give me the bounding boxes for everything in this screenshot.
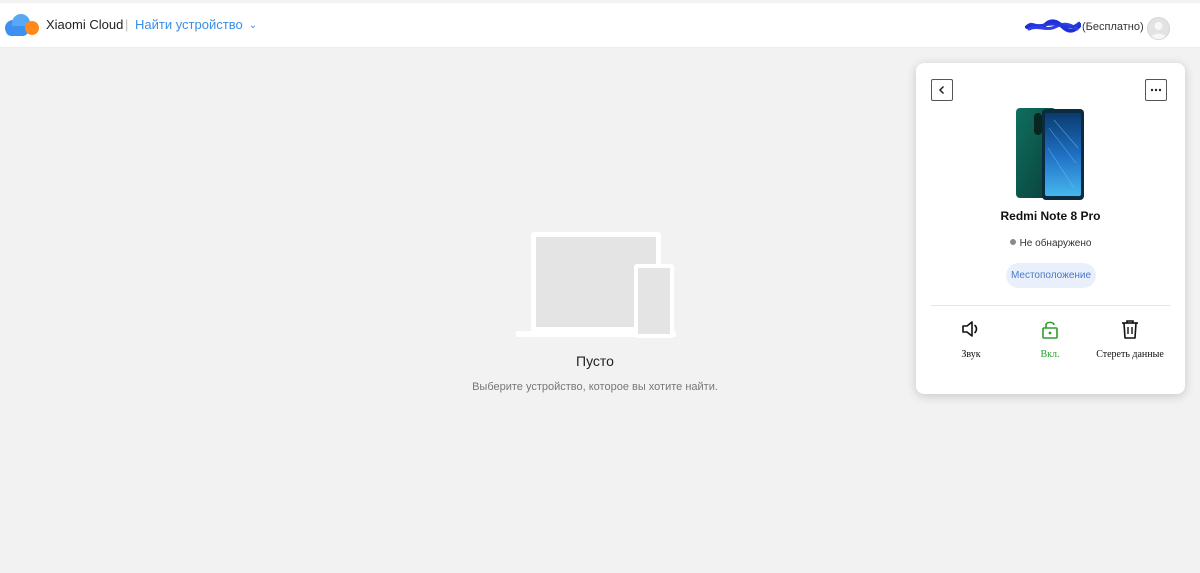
device-name: Redmi Note 8 Pro xyxy=(1000,209,1101,223)
brand-name: Xiaomi Cloud xyxy=(46,17,124,32)
header-separator: | xyxy=(125,17,129,32)
play-sound-label: Звук xyxy=(961,349,981,360)
top-bar: Xiaomi Cloud | Найти устройство ⌄ (Беспла… xyxy=(0,3,1200,48)
lock-device-button[interactable]: Вкл. xyxy=(1008,319,1092,360)
account-plan: (Бесплатно) xyxy=(1082,21,1144,33)
status-dot-icon xyxy=(1009,239,1016,245)
device-status: Не обнаружено xyxy=(916,238,1185,249)
lock-device-label: Вкл. xyxy=(1040,349,1060,360)
erase-data-label: Стереть данные xyxy=(1096,349,1164,360)
chevron-down-icon: ⌄ xyxy=(248,20,258,31)
redacted-account-name[interactable] xyxy=(1025,19,1081,33)
find-device-label: Найти устройство xyxy=(135,17,243,32)
speaker-icon xyxy=(962,321,978,337)
find-device-dropdown[interactable]: Найти устройство ⌄ xyxy=(135,17,257,32)
laptop-phone-illustration xyxy=(516,232,676,338)
device-status-text: Не обнаружено xyxy=(1019,238,1092,249)
unlock-icon xyxy=(1042,321,1058,339)
card-divider xyxy=(931,305,1170,306)
user-avatar-icon[interactable] xyxy=(1147,17,1170,40)
more-options-button[interactable] xyxy=(1145,79,1167,101)
chevron-left-icon xyxy=(938,85,945,95)
erase-data-button[interactable]: Стереть данные xyxy=(1088,319,1172,360)
play-sound-button[interactable]: Звук xyxy=(929,319,1013,360)
more-dots-icon xyxy=(1150,88,1162,92)
trash-icon xyxy=(1122,320,1138,339)
device-card: Redmi Note 8 Pro Не обнаружено Местополо… xyxy=(916,63,1185,394)
xiaomi-cloud-logo[interactable] xyxy=(2,13,40,37)
device-phone-image xyxy=(1016,108,1084,200)
location-button[interactable]: Местоположение xyxy=(1006,263,1096,288)
back-button[interactable] xyxy=(931,79,953,101)
